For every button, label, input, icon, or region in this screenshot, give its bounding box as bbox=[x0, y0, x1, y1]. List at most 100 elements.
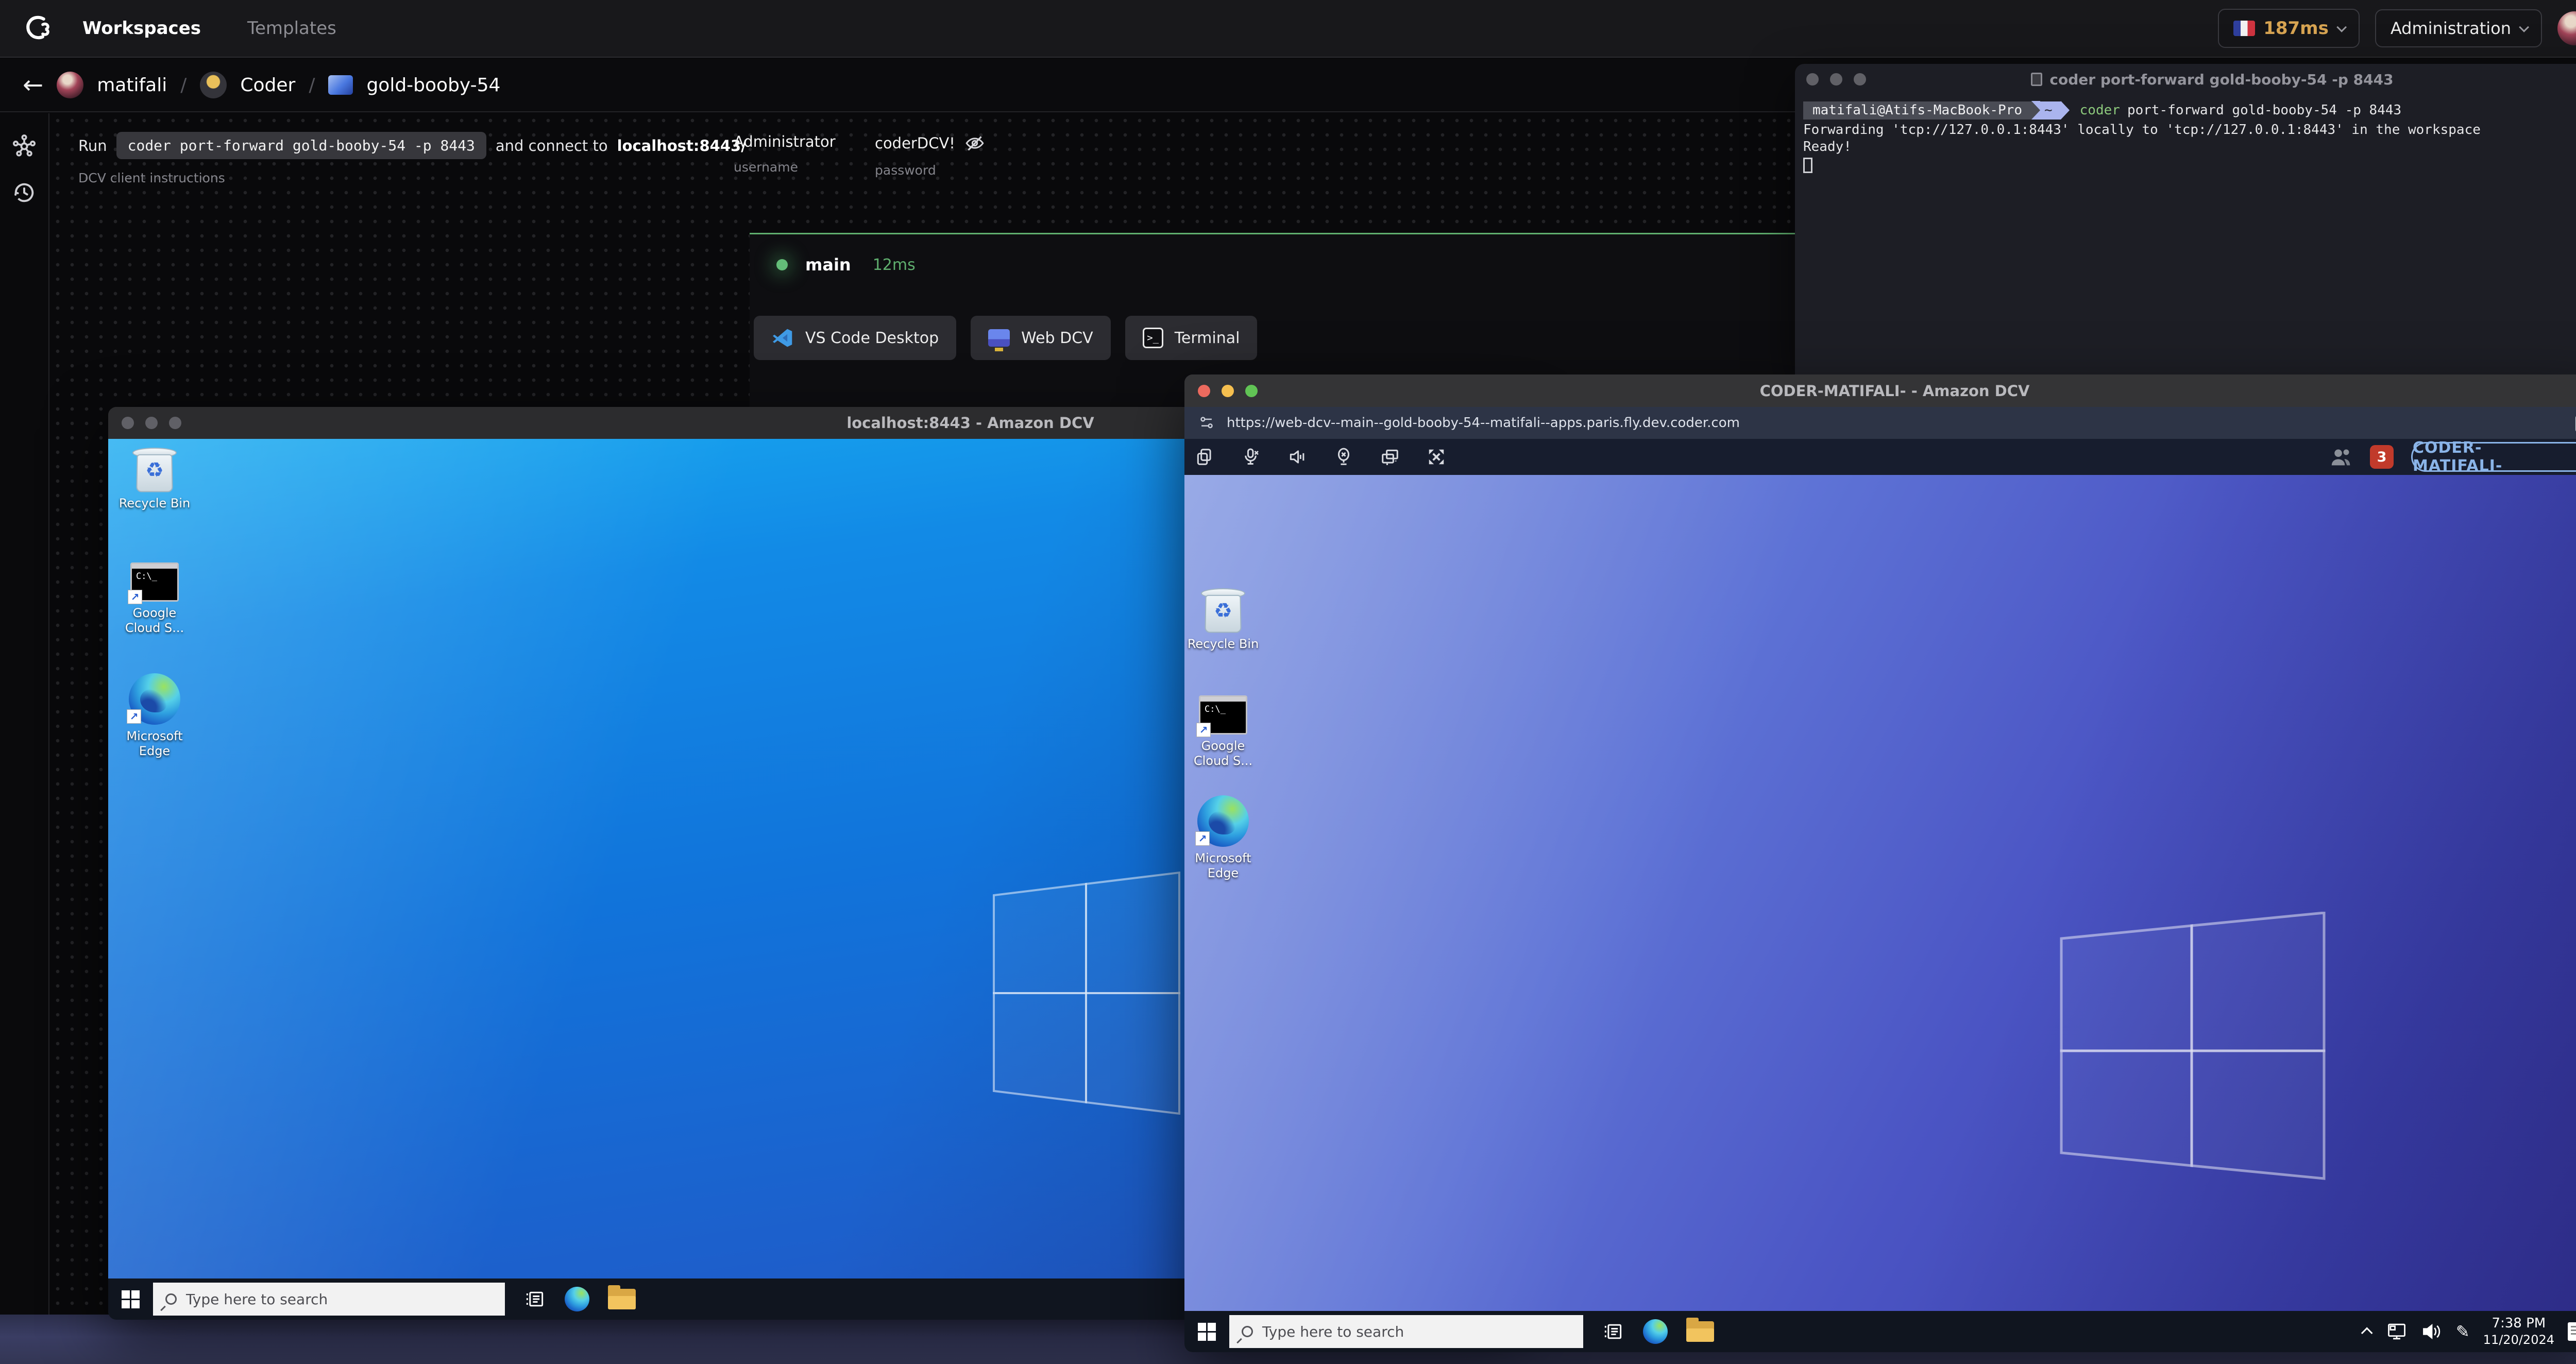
terminal-window: coder port-forward gold-booby-54 -p 8443… bbox=[1795, 64, 2576, 377]
desktop-icon-edge[interactable]: ↗ Microsoft Edge bbox=[116, 673, 193, 759]
eye-off-icon[interactable] bbox=[964, 133, 985, 154]
participants-icon[interactable] bbox=[2330, 447, 2352, 467]
shortcut-arrow-icon: ↗ bbox=[1195, 831, 1210, 846]
speaker-icon[interactable] bbox=[1287, 447, 1307, 467]
dcv-client-instructions-link[interactable]: DCV client instructions bbox=[78, 170, 747, 185]
search-placeholder: Type here to search bbox=[1262, 1323, 1404, 1340]
france-flag-icon bbox=[2233, 21, 2256, 36]
username-value: Administrator bbox=[734, 133, 836, 150]
network-display-icon[interactable] bbox=[2386, 1322, 2408, 1341]
microphone-muted-icon[interactable] bbox=[1241, 447, 1261, 467]
powerline-arrow-icon bbox=[2031, 101, 2040, 120]
terminal-titlebar[interactable]: coder port-forward gold-booby-54 -p 8443 bbox=[1795, 64, 2576, 95]
wallpaper-light-beam bbox=[1184, 475, 2576, 1311]
search-icon bbox=[1242, 1326, 1253, 1337]
vscode-desktop-button[interactable]: VS Code Desktop bbox=[754, 316, 957, 360]
connect-text: and connect to bbox=[495, 137, 608, 155]
windows-taskbar: Type here to search ✎ 7:38 PM 11/20/2024 bbox=[1184, 1311, 2576, 1352]
notification-center-icon[interactable]: 1 bbox=[2568, 1322, 2576, 1341]
breadcrumb-template[interactable]: Coder bbox=[240, 75, 295, 96]
close-icon[interactable] bbox=[1198, 384, 1210, 397]
start-button[interactable] bbox=[1198, 1322, 1216, 1341]
terminal-button[interactable]: >_ Terminal bbox=[1125, 316, 1258, 360]
back-arrow-icon[interactable]: ← bbox=[23, 73, 43, 97]
terminal-line: Ready! bbox=[1803, 139, 1852, 155]
webcam-muted-icon[interactable] bbox=[1334, 447, 1353, 467]
port-forward-command[interactable]: coder port-forward gold-booby-54 -p 8443 bbox=[116, 132, 486, 159]
desktop-icon-google-cloud[interactable]: C:\_ ↗ Google Cloud S... bbox=[1184, 695, 1262, 769]
recycle-bin-icon: ♻ bbox=[1201, 587, 1245, 633]
search-icon bbox=[165, 1293, 177, 1305]
site-settings-icon[interactable] bbox=[1198, 414, 1215, 432]
left-rail bbox=[0, 113, 49, 1364]
edge-taskbar-icon[interactable] bbox=[565, 1287, 589, 1311]
minimize-icon[interactable] bbox=[1830, 73, 1842, 86]
edge-taskbar-icon[interactable] bbox=[1643, 1319, 1668, 1344]
history-icon[interactable] bbox=[11, 179, 38, 206]
task-view-icon[interactable] bbox=[1602, 1320, 1624, 1343]
template-avatar bbox=[200, 72, 227, 98]
fullscreen-icon[interactable] bbox=[1427, 447, 1446, 467]
coder-logo-icon[interactable] bbox=[21, 12, 54, 45]
url-bar[interactable]: https://web-dcv--main--gold-booby-54--ma… bbox=[1184, 407, 2576, 439]
tab-workspaces[interactable]: Workspaces bbox=[82, 18, 201, 39]
shortcut-arrow-icon: ↗ bbox=[127, 709, 141, 724]
recycle-bin-icon: ♻ bbox=[132, 447, 177, 492]
windows-logo bbox=[2060, 912, 2326, 1180]
pen-icon[interactable]: ✎ bbox=[2456, 1322, 2470, 1341]
desktop-icon-recycle-bin[interactable]: ♻ Recycle Bin bbox=[1184, 587, 1262, 652]
password-field: coderDCV! password bbox=[875, 133, 985, 178]
search-placeholder: Type here to search bbox=[186, 1290, 328, 1308]
speaker-tray-icon[interactable] bbox=[2421, 1322, 2443, 1341]
breadcrumb-workspace[interactable]: gold-booby-54 bbox=[366, 75, 500, 96]
desktop-icon-edge[interactable]: ↗ Microsoft Edge bbox=[1184, 795, 1262, 881]
clipboard-copy-icon[interactable] bbox=[1195, 447, 1214, 467]
web-dcv-label: Web DCV bbox=[1021, 329, 1093, 347]
workspace-icon bbox=[328, 75, 353, 95]
participants-count-badge[interactable]: 3 bbox=[2370, 445, 2394, 469]
shell-prompt: matifali@Atifs-MacBook-Pro ~ coder port-… bbox=[1803, 101, 2576, 120]
minimize-icon[interactable] bbox=[1222, 384, 1234, 397]
administration-menu[interactable]: Administration bbox=[2375, 9, 2542, 47]
password-label: password bbox=[875, 163, 936, 178]
resources-topology-icon[interactable] bbox=[11, 133, 38, 160]
taskbar-search[interactable]: Type here to search bbox=[153, 1283, 505, 1316]
minimize-icon[interactable] bbox=[145, 417, 158, 429]
windows-desktop[interactable]: ♻ Recycle Bin C:\_ ↗ Google Cloud S... ↗ M… bbox=[1184, 475, 2576, 1311]
task-view-icon[interactable] bbox=[523, 1288, 546, 1310]
clipboard-icon[interactable] bbox=[2573, 413, 2576, 433]
zoom-icon[interactable] bbox=[1854, 73, 1866, 86]
monitor-icon bbox=[988, 329, 1010, 351]
taskbar-search[interactable]: Type here to search bbox=[1229, 1315, 1583, 1348]
close-icon[interactable] bbox=[122, 417, 134, 429]
desktop-icon-google-cloud[interactable]: C:\_ ↗ Google Cloud S... bbox=[116, 562, 193, 636]
zoom-icon[interactable] bbox=[169, 417, 181, 429]
url-text[interactable]: https://web-dcv--main--gold-booby-54--ma… bbox=[1227, 415, 1740, 431]
prompt-path: ~ bbox=[2040, 101, 2061, 120]
agent-name: main bbox=[805, 255, 851, 275]
connect-target: localhost:8443/ bbox=[617, 137, 747, 155]
terminal-cursor bbox=[1803, 158, 1812, 173]
windows-logo bbox=[993, 872, 1180, 1115]
titlebar[interactable]: CODER-MATIFALI- - Amazon DCV bbox=[1184, 374, 2576, 407]
file-explorer-icon[interactable] bbox=[1686, 1318, 1714, 1342]
desktop-icon-recycle-bin[interactable]: ♻ Recycle Bin bbox=[116, 447, 193, 511]
administration-label: Administration bbox=[2390, 19, 2511, 38]
tray-time: 7:38 PM bbox=[2492, 1316, 2546, 1331]
file-explorer-icon[interactable] bbox=[608, 1285, 636, 1309]
web-dcv-button[interactable]: Web DCV bbox=[971, 316, 1111, 360]
session-menu-button[interactable]: CODER-MATIFALI- bbox=[2411, 439, 2576, 475]
tray-expand-icon[interactable] bbox=[2361, 1327, 2373, 1339]
display-duplicate-icon[interactable] bbox=[1380, 447, 1400, 467]
zoom-icon[interactable] bbox=[1245, 384, 1258, 397]
tab-templates[interactable]: Templates bbox=[247, 18, 336, 39]
terminal-output[interactable]: matifali@Atifs-MacBook-Pro ~ coder port-… bbox=[1803, 101, 2576, 173]
start-button[interactable] bbox=[122, 1290, 140, 1308]
user-avatar[interactable] bbox=[2557, 11, 2576, 45]
tray-clock[interactable]: 7:38 PM 11/20/2024 bbox=[2483, 1315, 2554, 1348]
close-icon[interactable] bbox=[1806, 73, 1819, 86]
port-forward-instructions: Run coder port-forward gold-booby-54 -p … bbox=[78, 132, 747, 185]
terminal-title: coder port-forward gold-booby-54 -p 8443 bbox=[2049, 71, 2394, 88]
breadcrumb-user[interactable]: matifali bbox=[97, 75, 167, 96]
latency-pill[interactable]: 187ms bbox=[2218, 9, 2360, 48]
